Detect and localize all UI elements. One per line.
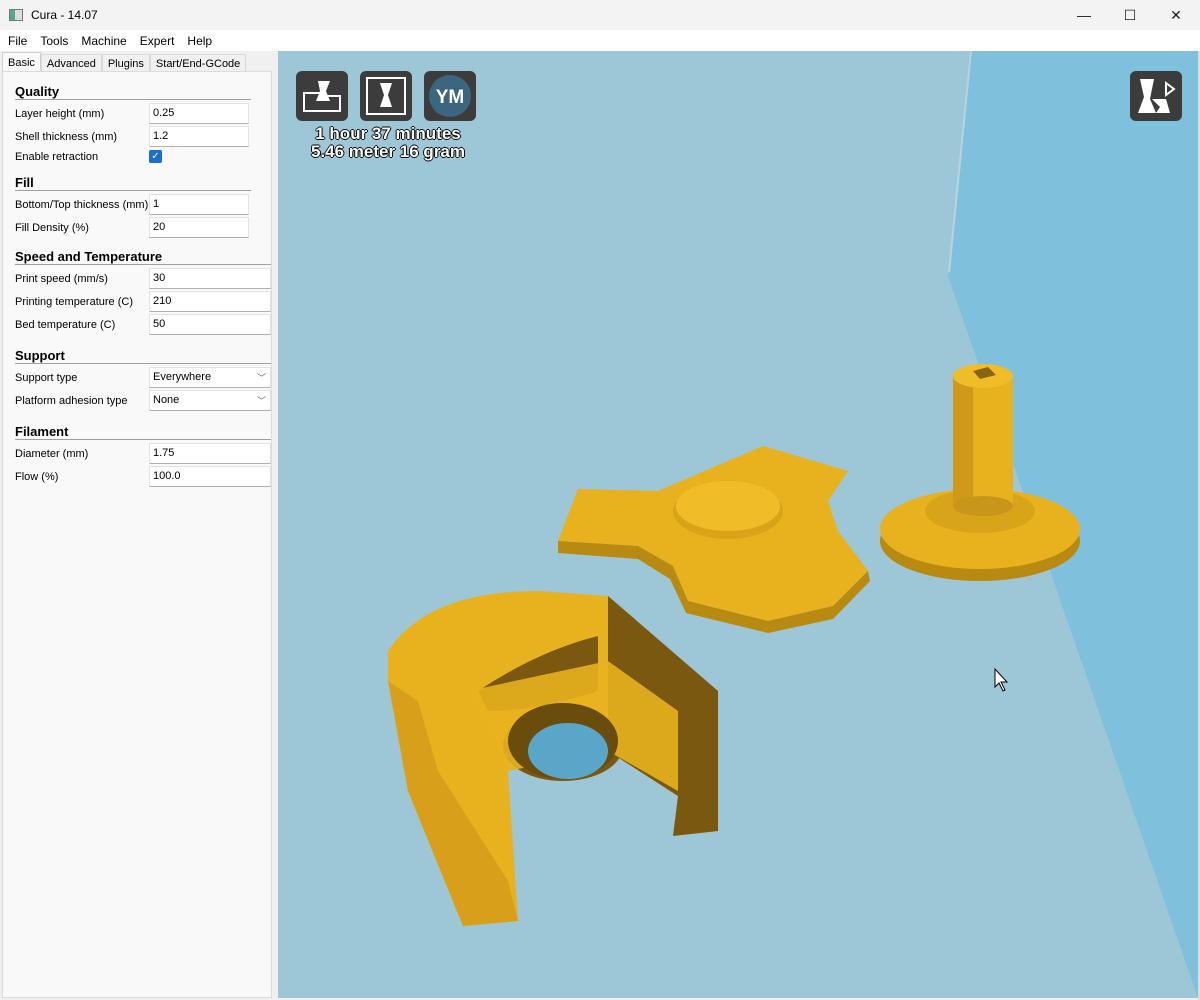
adhesion-type-label: Platform adhesion type — [15, 395, 128, 407]
section-fill: Fill — [15, 175, 34, 190]
shell-thickness-label: Shell thickness (mm) — [15, 131, 118, 143]
close-button[interactable]: ✕ — [1153, 0, 1199, 30]
window-title: Cura - 14.07 — [31, 8, 98, 22]
diameter-label: Diameter (mm) — [15, 448, 89, 460]
menu-machine[interactable]: Machine — [81, 30, 132, 51]
layer-height-label: Layer height (mm) — [15, 108, 105, 120]
fill-density-label: Fill Density (%) — [15, 222, 89, 234]
youmagine-button[interactable]: YM — [424, 71, 476, 121]
divider — [15, 439, 271, 440]
retraction-label: Enable retraction — [15, 151, 99, 163]
chevron-down-icon: ﹀ — [256, 373, 266, 383]
menu-file[interactable]: File — [8, 30, 33, 51]
divider — [15, 264, 271, 265]
tab-plugins[interactable]: Plugins — [101, 54, 150, 72]
menu-tools[interactable]: Tools — [40, 30, 74, 51]
tab-basic[interactable]: Basic — [2, 52, 41, 72]
view-mode-icon — [1138, 79, 1176, 113]
print-speed-label: Print speed (mm/s) — [15, 273, 108, 285]
prepare-print-button[interactable] — [360, 71, 412, 121]
print-temp-label: Printing temperature (C) — [15, 296, 133, 308]
shell-thickness-input[interactable]: 1.2 — [149, 126, 249, 147]
section-support: Support — [15, 348, 65, 363]
fill-density-input[interactable]: 20 — [149, 217, 249, 238]
load-model-button[interactable] — [296, 71, 348, 121]
tab-start-end-gcode[interactable]: Start/End-GCode — [149, 54, 247, 72]
support-type-value: Everywhere — [153, 371, 212, 383]
bed-temp-input[interactable]: 50 — [149, 314, 271, 335]
tab-advanced[interactable]: Advanced — [40, 54, 102, 72]
menu-bar: File Tools Machine Expert Help — [0, 30, 1200, 51]
youmagine-icon: YM — [429, 75, 471, 117]
print-time: 1 hour 37 minutes — [315, 124, 461, 143]
section-speed: Speed and Temperature — [15, 249, 163, 264]
minimize-button[interactable]: — — [1061, 0, 1107, 30]
retraction-checkbox[interactable]: ✓ — [149, 150, 162, 163]
print-speed-input[interactable]: 30 — [149, 268, 271, 289]
settings-tabs: Basic Advanced Plugins Start/End-GCode — [2, 52, 247, 72]
load-model-icon — [303, 81, 341, 112]
settings-panel: Quality Layer height (mm) 0.25 Shell thi… — [2, 71, 272, 998]
flow-input[interactable]: 100.0 — [149, 466, 271, 487]
diameter-input[interactable]: 1.75 — [149, 443, 271, 464]
divider — [15, 363, 271, 364]
bed-temp-label: Bed temperature (C) — [15, 319, 116, 331]
ym-label: YM — [436, 87, 465, 108]
section-quality: Quality — [15, 84, 60, 99]
maximize-button[interactable]: ☐ — [1107, 0, 1153, 30]
divider — [15, 99, 251, 100]
flow-label: Flow (%) — [15, 471, 59, 483]
view-mode-button[interactable] — [1130, 71, 1182, 121]
layer-height-input[interactable]: 0.25 — [149, 103, 249, 124]
3d-viewport[interactable]: YM 1 hour 37 minutes 5.46 meter 16 gram — [278, 51, 1198, 998]
bottom-top-label: Bottom/Top thickness (mm) — [15, 199, 149, 211]
print-estimate: 1 hour 37 minutes 5.46 meter 16 gram — [298, 125, 478, 161]
menu-help[interactable]: Help — [187, 30, 218, 51]
adhesion-type-value: None — [153, 394, 180, 406]
adhesion-type-select[interactable]: None ﹀ — [149, 390, 271, 411]
support-type-label: Support type — [15, 372, 78, 384]
prepare-print-icon — [366, 77, 406, 115]
chevron-down-icon: ﹀ — [256, 396, 266, 406]
section-filament: Filament — [15, 424, 69, 439]
app-icon — [9, 9, 23, 21]
build-volume-scene — [278, 51, 1198, 998]
menu-expert[interactable]: Expert — [140, 30, 181, 51]
support-type-select[interactable]: Everywhere ﹀ — [149, 367, 271, 388]
title-bar: Cura - 14.07 — ☐ ✕ — [0, 0, 1200, 30]
divider — [15, 190, 251, 191]
bottom-top-input[interactable]: 1 — [149, 194, 249, 215]
material-usage: 5.46 meter 16 gram — [310, 142, 466, 161]
print-temp-input[interactable]: 210 — [149, 291, 271, 312]
